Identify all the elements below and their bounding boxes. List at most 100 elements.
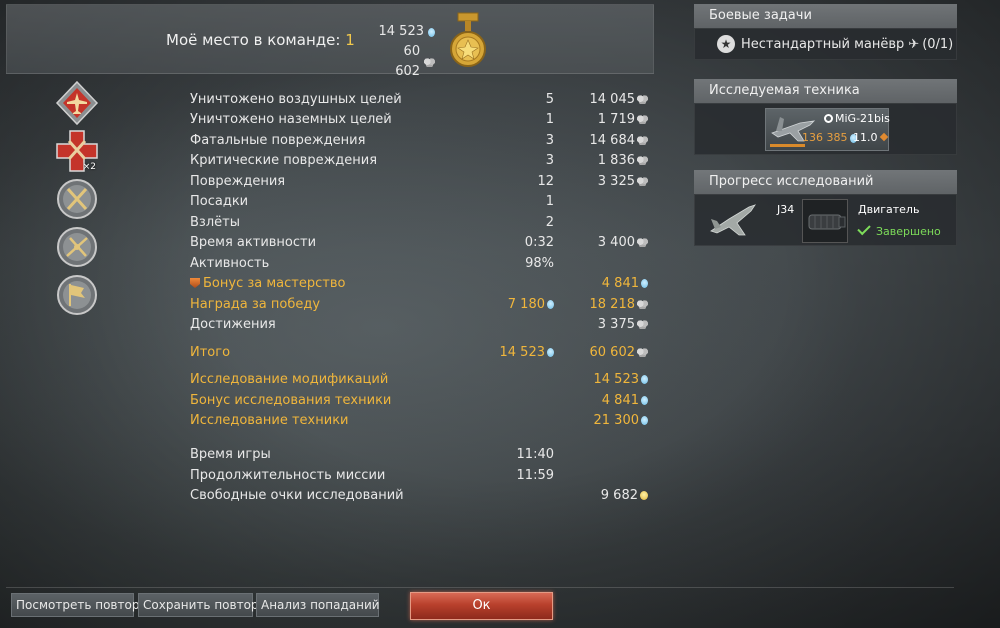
stat-reward-value: 4 841 — [601, 393, 639, 408]
team-place-label: Моё место в команде: 1 — [166, 31, 355, 49]
ok-button[interactable]: Ок — [410, 592, 553, 620]
j34-icon[interactable] — [707, 201, 759, 241]
stat-row: Фатальные повреждения 3 14 684 — [190, 131, 650, 151]
star-icon: ★ — [717, 35, 735, 53]
stat-reward-value: 18 218 — [589, 297, 636, 312]
stat-row: Награда за победу 7 180 18 218 — [190, 295, 650, 315]
stat-label-text: Исследование техники — [190, 413, 349, 428]
stat-count: 3 — [546, 133, 554, 148]
combat-tasks-panel: Боевые задачи ★ Нестандартный манёвр ✈ (… — [694, 4, 957, 60]
stat-reward: 1 719 — [598, 112, 648, 127]
award-multi-kill-icon[interactable]: ×2 — [54, 128, 100, 174]
progress-vehicle-name: J34 — [777, 203, 795, 216]
save-replay-button[interactable]: Сохранить повтор — [138, 593, 259, 617]
stat-label-text: Взлёты — [190, 215, 240, 230]
stat-label-text: Время игры — [190, 447, 271, 462]
stat-reward: 18 218 — [589, 297, 648, 312]
stat-reward: 21 300 — [593, 413, 648, 428]
stat-row: Критические повреждения 3 1 836 — [190, 151, 650, 171]
stat-row: Продолжительность миссии 11:59 — [190, 466, 650, 486]
stat-count: 11:40 — [517, 447, 554, 462]
award-crossed-rockets-icon[interactable] — [54, 224, 100, 270]
silver-lions-icon — [637, 238, 648, 247]
combat-task-item[interactable]: ★ Нестандартный манёвр ✈ (0/1) — [694, 28, 957, 60]
silver-lions-icon — [637, 95, 648, 104]
view-replay-button[interactable]: Посмотреть повтор — [11, 593, 139, 617]
stat-reward-value: 21 300 — [593, 413, 640, 428]
stat-reward: 3 375 — [598, 317, 648, 332]
stat-label: Время игры — [190, 447, 271, 462]
stat-row: Бонус исследования техники 4 841 — [190, 391, 650, 411]
stat-label: Взлёты — [190, 215, 240, 230]
stat-row: Исследование техники 21 300 — [190, 411, 650, 431]
stat-count-value: 3 — [545, 153, 554, 168]
stat-reward: 3 400 — [598, 235, 648, 250]
research-points-icon — [641, 416, 648, 425]
stat-label-text: Фатальные повреждения — [190, 133, 366, 148]
combat-task-progress: (0/1) — [922, 36, 954, 52]
medal-icon — [450, 12, 486, 67]
stat-label: Награда за победу — [190, 297, 320, 312]
stat-reward: 3 325 — [598, 174, 648, 189]
stat-row: Достижения 3 375 — [190, 315, 650, 335]
silver-lions-icon — [637, 115, 648, 124]
research-points-icon — [547, 348, 554, 357]
silver-lions-icon — [637, 320, 648, 329]
research-vehicle-body: MiG-21bis 136 385 11.0 — [694, 103, 957, 155]
stat-label: Посадки — [190, 194, 248, 209]
stat-row: Итого 14 523 60 602 — [190, 343, 650, 363]
research-points-icon — [547, 300, 554, 309]
research-vehicle-card[interactable]: MiG-21bis 136 385 11.0 — [765, 108, 890, 151]
award-flag-icon[interactable] — [54, 272, 100, 318]
award-crossed-swords-icon[interactable] — [54, 176, 100, 222]
research-progress-panel: Прогресс исследований J34 Двигатель Заве… — [694, 170, 957, 246]
stat-count: 7 180 — [508, 297, 554, 312]
stat-reward: 60 602 — [590, 345, 648, 360]
stat-row: Активность 98% — [190, 254, 650, 274]
team-place-header: Моё место в команде: 1 14 523 60 602 — [6, 4, 654, 79]
stat-label: Активность — [190, 256, 269, 271]
stat-label: Свободные очки исследований — [190, 488, 404, 503]
stat-count: 3 — [546, 153, 554, 168]
stat-row: Исследование модификаций 14 523 — [190, 370, 650, 390]
stat-label: Фатальные повреждения — [190, 133, 365, 148]
stat-row: Уничтожено наземных целей 1 1 719 — [190, 110, 650, 130]
stat-label-text: Награда за победу — [190, 297, 321, 312]
stat-reward: 4 841 — [602, 393, 648, 408]
mastery-icon — [190, 278, 200, 288]
combat-task-label: Нестандартный манёвр — [741, 36, 905, 52]
stat-label-text: Повреждения — [190, 174, 286, 189]
stat-label-text: Бонус за мастерство — [203, 276, 346, 291]
stat-count: 1 — [546, 194, 554, 209]
stat-reward-value: 1 836 — [597, 153, 635, 168]
stat-label: Бонус исследования техники — [190, 393, 391, 408]
hit-analysis-button[interactable]: Анализ попаданий — [256, 593, 380, 617]
stat-row: Взлёты 2 — [190, 213, 650, 233]
research-vehicle-br-value: 11.0 — [853, 131, 878, 144]
engine-module-card[interactable] — [802, 199, 848, 243]
stat-label-text: Посадки — [190, 194, 249, 209]
research-vehicle-rp: 136 385 — [802, 131, 857, 144]
stat-label-text: Активность — [190, 256, 270, 271]
rank-diamond-icon — [879, 132, 888, 142]
stat-count-value: 2 — [545, 215, 554, 230]
research-vehicle-br: 11.0 — [853, 131, 888, 144]
engine-icon — [808, 214, 846, 230]
stat-label-text: Уничтожено наземных целей — [190, 112, 392, 127]
target-icon — [824, 114, 833, 123]
stat-reward: 14 523 — [593, 372, 648, 387]
stat-row: Время активности 0:32 3 400 — [190, 233, 650, 253]
award-multiplier-badge: ×2 — [82, 162, 96, 172]
stat-reward-value: 9 682 — [600, 488, 638, 503]
header-total-sl: 60 602 — [395, 44, 421, 79]
stat-count: 14 523 — [500, 345, 554, 360]
research-vehicle-rp-value: 136 385 — [802, 131, 848, 144]
award-aircraft-icon[interactable] — [54, 80, 100, 126]
stat-reward-value: 4 841 — [601, 276, 639, 291]
stat-label-text: Время активности — [190, 235, 317, 250]
stat-reward-value: 1 719 — [597, 112, 635, 127]
silver-lions-icon — [637, 348, 648, 357]
stat-reward-value: 14 523 — [593, 372, 640, 387]
checkmark-icon — [857, 221, 871, 236]
stat-count: 98% — [525, 256, 554, 271]
